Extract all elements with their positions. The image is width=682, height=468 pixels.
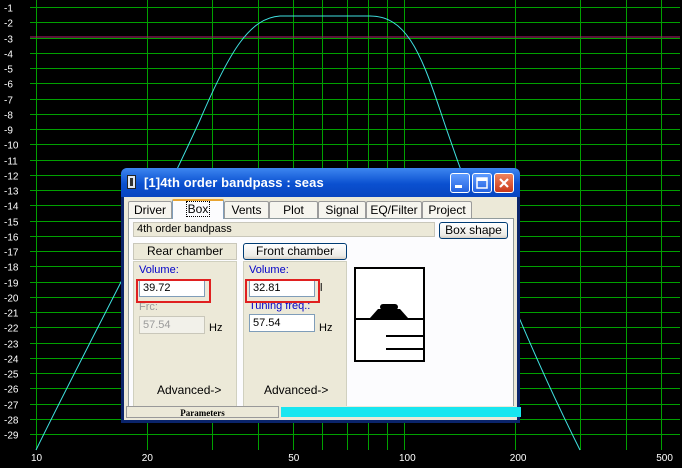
box-dialog-window[interactable]: [1]4th order bandpass : seas Driver Box …	[121, 168, 521, 423]
window-title: [1]4th order bandpass : seas	[144, 175, 324, 190]
close-button[interactable]	[494, 173, 514, 193]
y-tick-label: -18	[4, 263, 19, 274]
x-tick-label: 500	[656, 453, 673, 464]
y-tick-label: -20	[4, 294, 19, 305]
y-tick-label: -15	[4, 218, 19, 229]
x-axis-labels: 10 20 50 100 200 500	[31, 453, 673, 464]
y-tick-label: -24	[4, 355, 19, 366]
y-tick-label: -21	[4, 309, 19, 320]
progress-bar	[281, 407, 521, 417]
y-tick-label: -28	[4, 416, 19, 427]
tab-signal[interactable]: Signal	[318, 201, 366, 218]
tab-vents[interactable]: Vents	[224, 201, 269, 218]
y-tick-label: -8	[4, 111, 13, 122]
tab-project[interactable]: Project	[422, 201, 472, 218]
y-tick-label: -12	[4, 172, 19, 183]
title-bar[interactable]: [1]4th order bandpass : seas	[121, 168, 520, 197]
y-tick-label: -9	[4, 126, 13, 137]
x-tick-label: 200	[510, 453, 527, 464]
y-tick-label: -4	[4, 50, 13, 61]
rear-advanced-link[interactable]: Advanced->	[157, 383, 221, 397]
box-shape-button[interactable]: Box shape	[439, 222, 508, 239]
x-tick-label: 50	[288, 453, 300, 464]
y-tick-label: -19	[4, 279, 19, 290]
y-axis-labels: -1 -2 -3 -4 -5 -6 -7 -8 -9 -10 -11 -12 -13 -14 -15 -16 -…	[4, 4, 19, 442]
x-tick-label: 10	[31, 453, 43, 464]
rear-volume-highlight	[136, 279, 211, 303]
maximize-button[interactable]	[472, 173, 492, 193]
y-tick-label: -10	[4, 141, 19, 152]
rear-chamber-header[interactable]: Rear chamber	[133, 243, 237, 260]
y-tick-label: -1	[4, 4, 13, 15]
rear-frc-input[interactable]: 57.54	[139, 316, 205, 334]
y-tick-label: -11	[4, 157, 18, 168]
y-tick-label: -25	[4, 370, 19, 381]
y-tick-label: -6	[4, 80, 13, 91]
box-tab-panel: 4th order bandpass Box shape Rear chambe…	[128, 218, 514, 415]
y-tick-label: -13	[4, 187, 19, 198]
tab-driver[interactable]: Driver	[128, 201, 172, 218]
y-tick-label: -16	[4, 233, 19, 244]
front-volume-label: Volume:	[249, 264, 289, 276]
speaker-driver-icon	[356, 304, 423, 350]
y-tick-label: -29	[4, 431, 19, 442]
x-tick-label: 100	[399, 453, 416, 464]
app-icon[interactable]	[127, 175, 136, 189]
parameters-tab[interactable]: Parameters	[126, 406, 279, 418]
y-tick-label: -27	[4, 401, 19, 412]
front-volume-highlight	[245, 279, 320, 303]
front-tuning-unit: Hz	[319, 322, 333, 334]
x-tick-label: 20	[142, 453, 154, 464]
y-tick-label: -22	[4, 324, 19, 335]
y-tick-label: -5	[4, 65, 13, 76]
y-tick-label: -26	[4, 385, 19, 396]
status-strip: Parameters	[126, 406, 521, 418]
box-diagram	[354, 267, 425, 362]
y-tick-label: -14	[4, 202, 19, 213]
front-chamber-header[interactable]: Front chamber	[243, 243, 347, 260]
dialog-client: Driver Box Vents Plot Signal EQ/Filter P…	[124, 197, 521, 420]
minimize-button[interactable]	[450, 173, 470, 193]
front-tuning-input[interactable]: 57.54	[249, 314, 315, 332]
y-tick-label: -3	[4, 35, 13, 46]
box-type-field[interactable]: 4th order bandpass	[133, 222, 435, 237]
rear-frc-unit: Hz	[209, 322, 223, 334]
front-volume-unit: l	[320, 282, 323, 294]
y-tick-label: -17	[4, 248, 19, 259]
tab-eq-filter[interactable]: EQ/Filter	[366, 201, 422, 218]
rear-volume-label: Volume:	[139, 264, 179, 276]
y-tick-label: -2	[4, 19, 13, 30]
front-advanced-link[interactable]: Advanced->	[264, 383, 328, 397]
y-tick-label: -23	[4, 340, 19, 351]
tab-plot[interactable]: Plot	[269, 201, 318, 218]
tab-box[interactable]: Box	[172, 199, 224, 219]
y-tick-label: -7	[4, 96, 13, 107]
